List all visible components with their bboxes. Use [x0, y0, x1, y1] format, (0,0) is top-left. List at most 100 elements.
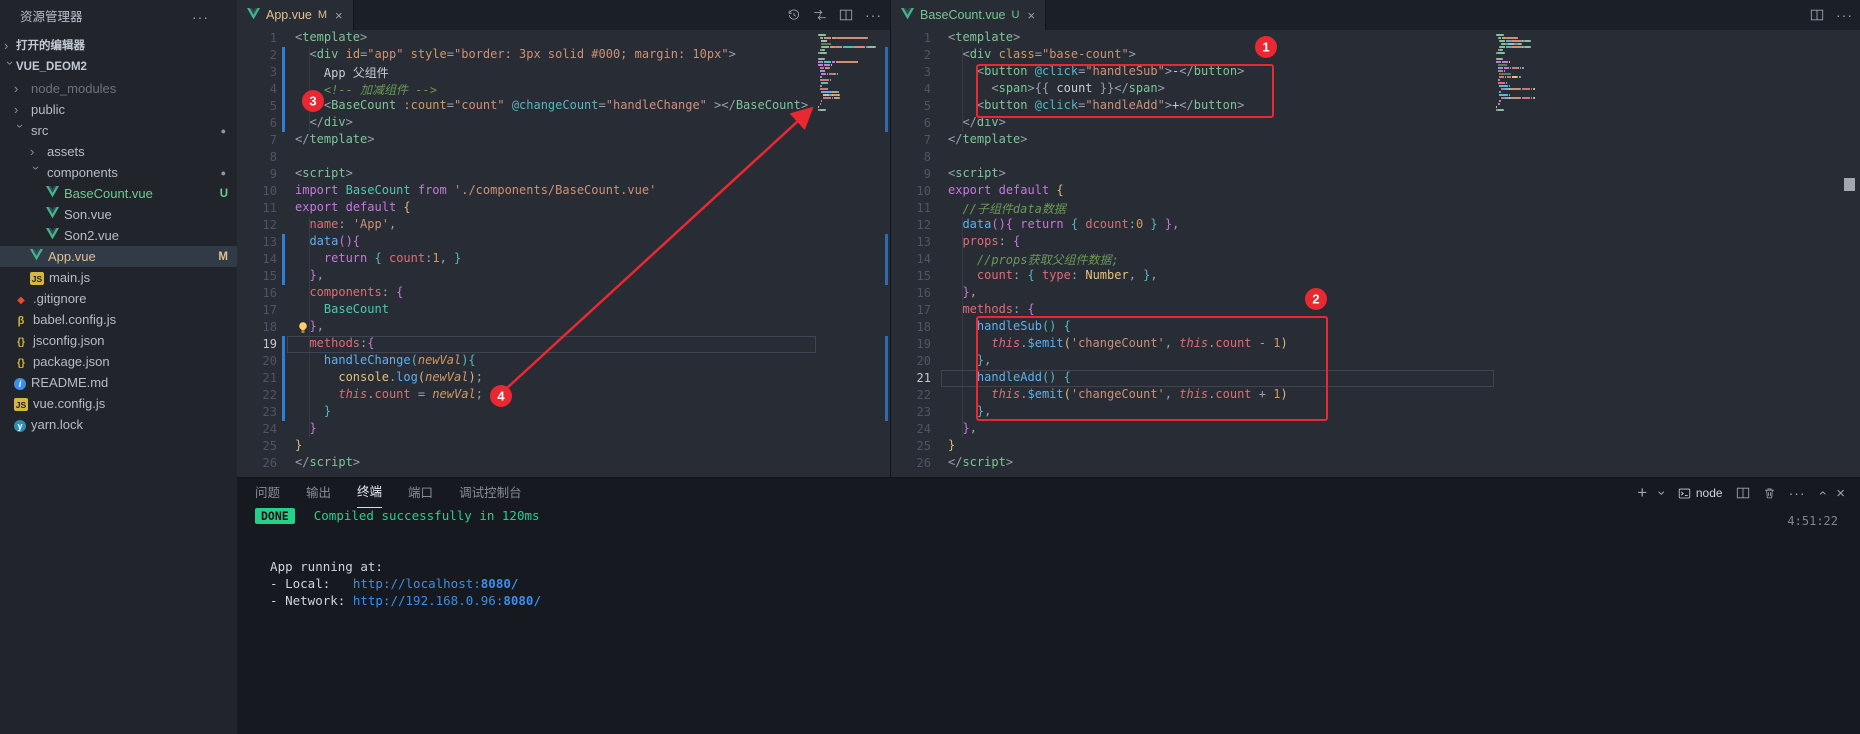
trash-button[interactable]: [1763, 486, 1776, 500]
right-code-line-6[interactable]: </div>: [948, 115, 1005, 132]
right-code-line-26[interactable]: </script>: [948, 455, 1013, 472]
terminal-link[interactable]: 8080/: [481, 576, 519, 591]
split-terminal-button[interactable]: [1736, 486, 1750, 500]
right-code-line-23[interactable]: },: [948, 404, 991, 421]
left-code-line-20[interactable]: handleChange(newVal){: [295, 353, 476, 370]
right-code-line-19[interactable]: this.$emit('changeCount', this.count - 1…: [948, 336, 1287, 353]
right-code-line-17[interactable]: methods: {: [948, 302, 1034, 319]
tree-item-components[interactable]: › components ●: [0, 162, 237, 183]
code-editor-app-vue[interactable]: 1 <template> 2 <div id="app" style="border…: [237, 30, 890, 477]
left-code-line-15[interactable]: },: [295, 268, 323, 285]
tree-item-package-json[interactable]: {} package.json: [0, 351, 237, 372]
tree-item-node-modules[interactable]: › node_modules: [0, 78, 237, 99]
right-code-line-10[interactable]: export default {: [948, 183, 1064, 200]
minimap[interactable]: [818, 34, 888, 112]
right-code-line-9[interactable]: <script>: [948, 166, 1006, 183]
left-code-line-11[interactable]: export default {: [295, 200, 411, 217]
split-editor-icon[interactable]: [839, 8, 853, 22]
tree-item-app-vue[interactable]: App.vue M: [0, 246, 237, 267]
left-code-line-1[interactable]: <template>: [295, 30, 367, 47]
more-actions-icon[interactable]: ···: [192, 0, 209, 34]
tree-item-son2-vue[interactable]: Son2.vue: [0, 225, 237, 246]
right-code-line-12[interactable]: data(){ return { dcount:0 } },: [948, 217, 1179, 234]
tree-item-son-vue[interactable]: Son.vue: [0, 204, 237, 225]
left-code-line-26[interactable]: </script>: [295, 455, 360, 472]
panel-tab[interactable]: 端口: [408, 479, 433, 508]
close-icon[interactable]: ×: [1027, 8, 1035, 23]
code-editor-basecount-vue[interactable]: 1 <template> 2 <div class="base-count"> 3 <…: [891, 30, 1860, 477]
tree-item-src[interactable]: › src ●: [0, 120, 237, 141]
right-code-line-7[interactable]: </template>: [948, 132, 1027, 149]
more-actions-icon[interactable]: ···: [865, 7, 882, 23]
right-code-line-1[interactable]: <template>: [948, 30, 1020, 47]
right-code-line-18[interactable]: handleSub() {: [948, 319, 1071, 336]
tree-item-vue-config-js[interactable]: JS vue.config.js: [0, 393, 237, 414]
tree-item-babel-config-js[interactable]: β babel.config.js: [0, 309, 237, 330]
chevron-down-button[interactable]: ›: [1655, 485, 1671, 501]
terminal-link[interactable]: http://localhost:: [353, 576, 481, 591]
close-button[interactable]: ×: [1836, 485, 1845, 502]
tree-item-main-js[interactable]: JS main.js: [0, 267, 237, 288]
scrollbar-thumb[interactable]: [1844, 178, 1855, 191]
left-code-line-19[interactable]: methods:{: [295, 336, 374, 353]
right-code-line-14[interactable]: //props获取父组件数据;: [948, 251, 1119, 268]
close-icon[interactable]: ×: [335, 8, 343, 23]
left-code-line-2[interactable]: <div id="app" style="border: 3px solid #…: [295, 47, 735, 64]
right-code-line-15[interactable]: count: { type: Number, },: [948, 268, 1158, 285]
project-root-section[interactable]: › VUE_DEOM2: [0, 56, 237, 78]
minimap[interactable]: [1496, 34, 1566, 112]
left-code-line-4[interactable]: <!-- 加减组件 -->: [295, 81, 437, 98]
right-code-line-22[interactable]: this.$emit('changeCount', this.count + 1…: [948, 387, 1287, 404]
lightbulb-icon[interactable]: [297, 321, 310, 334]
left-code-line-17[interactable]: BaseCount: [295, 302, 389, 319]
left-code-line-16[interactable]: components: {: [295, 285, 403, 302]
tree-item-basecount-vue[interactable]: BaseCount.vue U: [0, 183, 237, 204]
left-code-line-25[interactable]: }: [295, 438, 302, 455]
left-code-line-23[interactable]: }: [295, 404, 331, 421]
panel-tab[interactable]: 输出: [306, 479, 331, 508]
terminal-link[interactable]: 8080/: [503, 593, 541, 608]
right-code-line-21[interactable]: handleAdd() {: [948, 370, 1071, 387]
terminal-button[interactable]: node: [1678, 486, 1723, 500]
right-code-line-24[interactable]: },: [948, 421, 976, 438]
right-code-line-5[interactable]: <button @click="handleAdd">+</button>: [948, 98, 1244, 115]
left-code-line-24[interactable]: }: [295, 421, 316, 438]
left-code-line-3[interactable]: App 父组件: [295, 64, 389, 81]
left-code-line-12[interactable]: name: 'App',: [295, 217, 396, 234]
tree-item--gitignore[interactable]: ◆ .gitignore: [0, 288, 237, 309]
open-editors-section[interactable]: › 打开的编辑器: [0, 34, 237, 56]
plus-button[interactable]: +: [1637, 483, 1647, 503]
history-icon[interactable]: [787, 8, 801, 22]
right-code-line-13[interactable]: props: {: [948, 234, 1020, 251]
open-changes-icon[interactable]: [813, 8, 827, 22]
panel-tab[interactable]: 问题: [255, 479, 280, 508]
tree-item-readme-md[interactable]: i README.md: [0, 372, 237, 393]
left-code-line-21[interactable]: console.log(newVal);: [295, 370, 483, 387]
left-code-line-9[interactable]: <script>: [295, 166, 353, 183]
right-code-line-11[interactable]: //子组件data数据: [948, 200, 1065, 217]
left-code-line-6[interactable]: </div>: [295, 115, 352, 132]
right-code-line-16[interactable]: },: [948, 285, 976, 302]
right-code-line-3[interactable]: <button @click="handleSub">-</button>: [948, 64, 1244, 81]
left-code-line-14[interactable]: return { count:1, }: [295, 251, 461, 268]
tree-item-assets[interactable]: › assets: [0, 141, 237, 162]
terminal-link[interactable]: http://192.168.0.96:: [353, 593, 504, 608]
right-code-line-4[interactable]: <span>{{ count }}</span>: [948, 81, 1164, 98]
split-editor-icon[interactable]: [1810, 8, 1824, 22]
more-actions-button[interactable]: ···: [1789, 485, 1806, 501]
tab-basecount-vue[interactable]: BaseCount.vue U ×: [891, 0, 1047, 30]
right-code-line-2[interactable]: <div class="base-count">: [948, 47, 1135, 64]
right-code-line-25[interactable]: }: [948, 438, 955, 455]
panel-tab[interactable]: 终端: [357, 478, 383, 508]
chevron-up-button[interactable]: ›: [1813, 485, 1829, 501]
left-code-line-10[interactable]: import BaseCount from './components/Base…: [295, 183, 656, 200]
left-code-line-7[interactable]: </template>: [295, 132, 374, 149]
panel-tab[interactable]: 调试控制台: [459, 479, 522, 508]
right-code-line-20[interactable]: },: [948, 353, 991, 370]
left-code-line-13[interactable]: data(){: [295, 234, 360, 251]
tree-item-jsconfig-json[interactable]: {} jsconfig.json: [0, 330, 237, 351]
left-code-line-22[interactable]: this.count = newVal;: [295, 387, 483, 404]
tab-app-vue[interactable]: App.vue M ×: [237, 0, 354, 30]
tree-item-public[interactable]: › public: [0, 99, 237, 120]
more-actions-icon[interactable]: ···: [1836, 7, 1853, 23]
